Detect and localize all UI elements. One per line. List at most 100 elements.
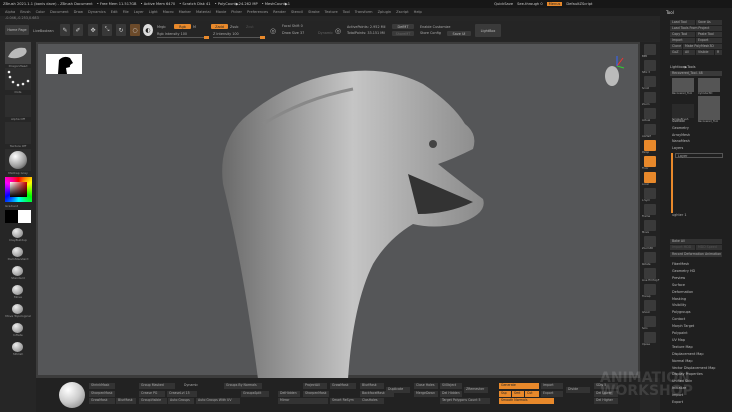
menu-light[interactable]: Light [149,10,158,14]
section-normal-map[interactable]: Normal Map [672,359,693,363]
section-surface[interactable]: Surface [672,283,685,287]
brush-alpha-thumbnail[interactable] [5,42,31,64]
shelf-button-spix-3[interactable] [644,60,656,71]
brush-icon[interactable] [12,323,23,333]
mrgb-sphere-icon[interactable]: ◐ [143,24,153,36]
menu-color[interactable]: Color [36,10,45,14]
section-polypaint[interactable]: Polypaint [672,331,688,335]
brush-icon[interactable] [12,228,23,238]
layer-slider[interactable]: ughter 1 [672,213,687,217]
tool-all-button[interactable]: All [683,50,695,55]
menu-brush[interactable]: Brush [20,10,30,14]
shrinkmask-button[interactable]: ShrinkMask [89,383,115,389]
document-canvas[interactable] [38,44,638,379]
menu-stencil[interactable]: Stencil [291,10,303,14]
menu-preferences[interactable]: Preferences [247,10,268,14]
groupssplit-button[interactable]: GroupsSplit [241,391,269,397]
shelf-button-move[interactable] [644,220,656,231]
shelf-button-zoom[interactable] [644,92,656,103]
alpha-thumbnail[interactable] [5,95,31,117]
menu-render[interactable]: Render [273,10,286,14]
auto-groups-with-uv-button[interactable]: Auto Groups With UV [196,398,240,404]
home-page-button[interactable]: Home Page [5,25,29,35]
tool-make-polymesh3d-button[interactable]: Make PolyMesh3D [683,44,722,49]
menu-transform[interactable]: Transform [355,10,373,14]
sharemt-button[interactable]: ShareMT [392,31,414,36]
closholes-button[interactable]: ClosHoles [360,398,384,404]
sharpenmask-button[interactable]: SharpenMask [303,391,329,397]
tool-thumbnail[interactable] [698,106,720,120]
dynamic-button[interactable]: Dynamic [318,31,333,35]
section-masking[interactable]: Masking [672,297,686,301]
section-geometry[interactable]: Geometry [672,126,689,130]
shelf-button-line-fill-polyf[interactable] [644,268,656,279]
groupvisible-button[interactable]: GroupVisible [139,398,167,404]
tool-thumbnail[interactable] [698,78,720,92]
section-displacement-map[interactable]: Displacement Map [672,352,704,356]
shelf-button-frame[interactable] [644,204,656,215]
menu-draw[interactable]: Draw [74,10,83,14]
zadd-button[interactable]: Zadd [211,24,228,29]
shelf-button-floor[interactable] [644,156,656,167]
section-layers[interactable]: Layers [672,146,683,150]
menu-macro[interactable]: Macro [163,10,174,14]
section-visibility[interactable]: Visibility [672,303,686,307]
edit-button[interactable]: ✎ [60,24,70,36]
section-fibermesh[interactable]: FiberMesh [672,262,689,266]
close-holes-button[interactable]: Close Holes [414,383,438,389]
import-button[interactable]: Import [541,383,563,389]
smooth-normals-button[interactable]: Smooth Normals [499,398,554,404]
rgb-button[interactable]: Rgb [174,24,191,29]
shelf-button-scroll[interactable] [644,76,656,87]
shelf-button-aahalf[interactable] [644,124,656,135]
tool-thumbnail[interactable] [672,104,694,118]
mdd-speed-slider[interactable]: MDD Speed [696,245,722,250]
menu-layer[interactable]: Layer [134,10,144,14]
groups-by-normals-button[interactable]: Groups By Normals [224,383,262,389]
bake-all-button[interactable]: Bake All [670,239,722,244]
dragon-sculpt-model[interactable] [203,64,503,379]
liveboolean-button[interactable]: LiveBoolean [33,29,54,33]
import-mdd-button[interactable]: Import MDD [670,245,695,250]
brush-icon[interactable] [12,342,23,352]
tool-load-tool-button[interactable]: Load Tool [670,20,695,25]
crease-pg-button[interactable]: Crease PG [139,391,165,397]
save-ui-button[interactable]: Save UI [447,31,471,36]
shelf-button-bpr[interactable] [644,44,656,55]
menu-file[interactable]: File [123,10,129,14]
defmt-button[interactable]: DefMT [392,24,414,29]
growmask-button[interactable]: GrowMask [330,383,356,389]
shelf-button-ghost[interactable] [644,300,656,311]
tool-goz-button[interactable]: GoZ [670,50,682,55]
tool-thumbnail[interactable] [672,78,694,92]
lightbox-button[interactable]: LightBox [475,24,501,37]
section-geometry-hd[interactable]: Geometry HD [672,269,695,273]
tool-r-button[interactable]: R [715,50,722,55]
current-tool-slider[interactable]: Recovered_Tool. 48 [670,71,722,76]
shelf-button-zoom3d[interactable] [644,236,656,247]
shelf-button-actual[interactable] [644,108,656,119]
section-vector-displacement-map[interactable]: Vector Displacement Map [672,366,715,370]
section-preview[interactable]: Preview [672,276,685,280]
menu-texture[interactable]: Texture [325,10,338,14]
ssp-button[interactable]: Ssp [499,391,511,397]
scale-button[interactable]: ⤡ [102,24,112,36]
group-masked-button[interactable]: Group Masked [139,383,175,389]
z-intensity-slider[interactable]: Z Intensity 100 [213,32,239,36]
rgb-intensity-track[interactable] [157,36,209,39]
brush-icon[interactable] [12,266,23,276]
shelf-button-xpose[interactable] [644,332,656,343]
rgb-intensity-slider[interactable]: Rgb Intensity 100 [157,32,187,36]
menu-picker[interactable]: Picker [231,10,242,14]
sliobject-button[interactable]: SliObject [440,383,462,389]
export-button[interactable]: Export [541,391,563,397]
section-contact[interactable]: Contact [672,317,685,321]
tool-load-tools-from-project-button[interactable]: Load Tools From Project [670,26,722,31]
texture-thumbnail[interactable] [5,122,31,144]
menu-marker[interactable]: Marker [179,10,191,14]
tool-clone-button[interactable]: Clone [670,44,682,49]
section-subtool[interactable]: Subtool [672,119,685,123]
focal-icon[interactable]: ◎ [270,27,276,35]
section-arraymesh[interactable]: ArrayMesh [672,133,690,137]
section-nanomesh[interactable]: NanoMesh [672,139,690,143]
